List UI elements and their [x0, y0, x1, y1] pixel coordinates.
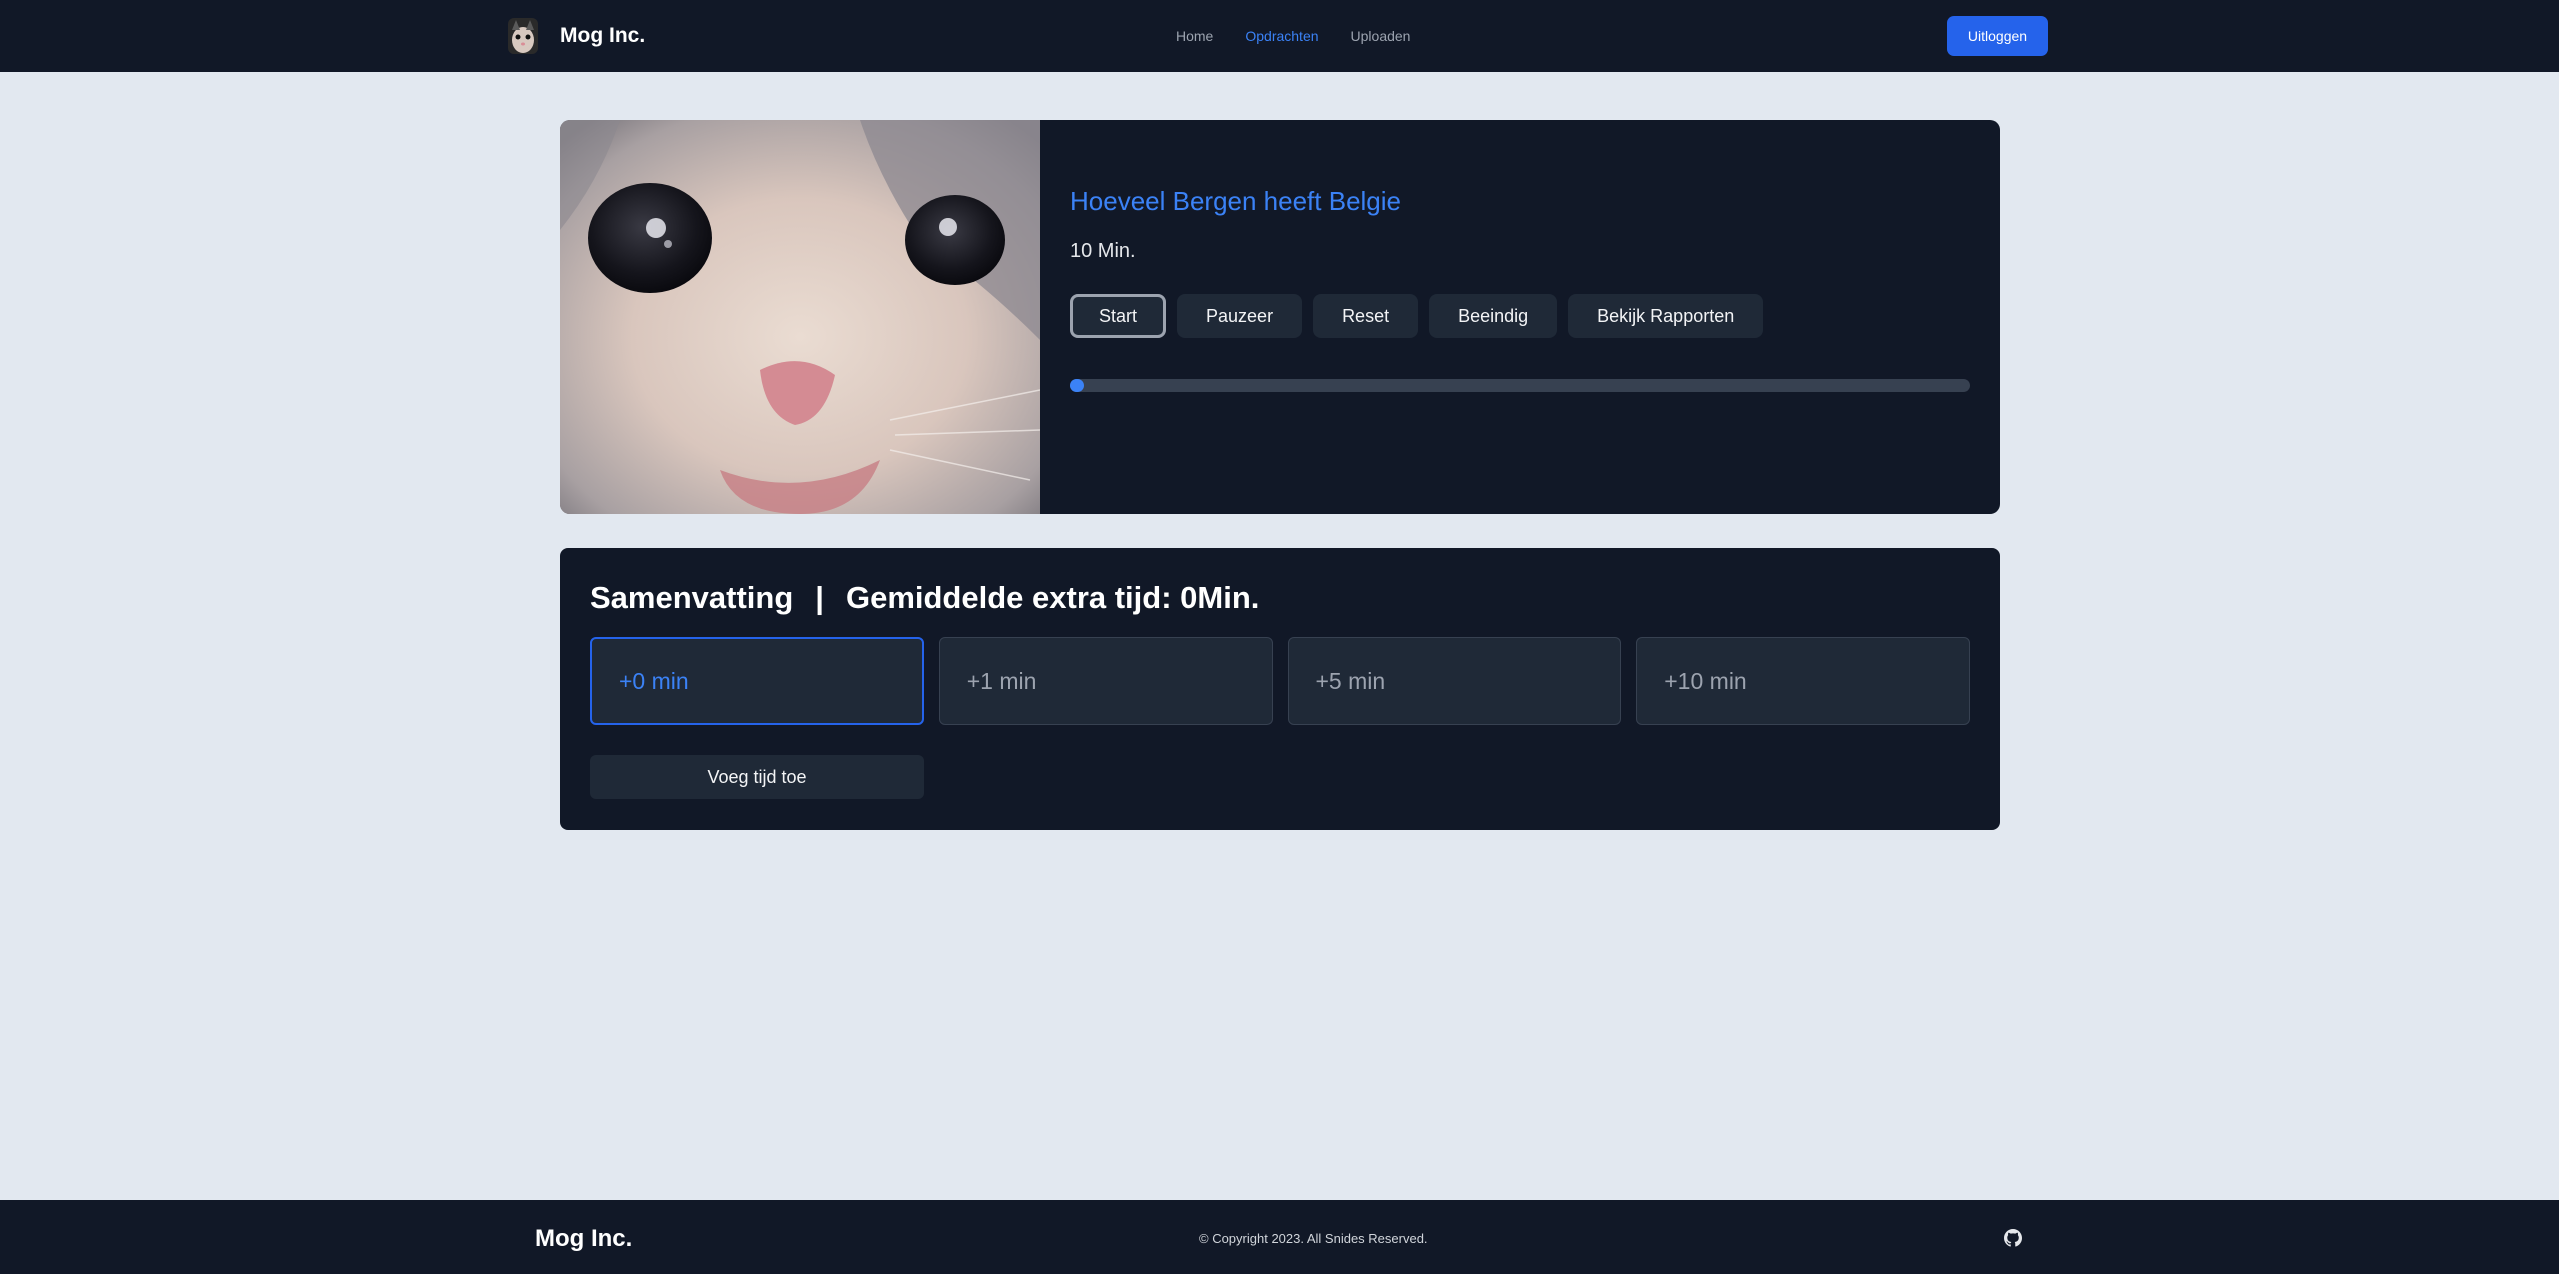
- footer: Mog Inc. © Copyright 2023. All Snides Re…: [0, 1200, 2559, 1274]
- summary-title: Samenvatting: [590, 580, 794, 615]
- average-extra-time: Gemiddelde extra tijd: 0Min.: [845, 580, 1260, 615]
- nav-links: Home Opdrachten Uploaden: [1176, 28, 1410, 44]
- task-info: Hoeveel Bergen heeft Belgie 10 Min. Star…: [1070, 120, 1970, 514]
- navbar: Mog Inc. Home Opdrachten Uploaden Uitlog…: [0, 0, 2559, 72]
- time-option-0[interactable]: +0 min: [590, 637, 924, 725]
- task-title: Hoeveel Bergen heeft Belgie: [1070, 186, 1402, 216]
- task-card: Hoeveel Bergen heeft Belgie 10 Min. Star…: [560, 120, 2000, 514]
- task-duration: 10 Min.: [1070, 240, 1136, 262]
- nav-link-opdrachten[interactable]: Opdrachten: [1245, 28, 1318, 44]
- time-option-10[interactable]: +10 min: [1636, 637, 1970, 725]
- end-button[interactable]: Beeindig: [1429, 294, 1558, 338]
- time-options: +0 min +1 min +5 min +10 min: [590, 637, 1970, 725]
- summary-heading: Samenvatting | Gemiddelde extra tijd: 0M…: [590, 580, 1259, 616]
- time-option-1[interactable]: +1 min: [938, 637, 1273, 725]
- nav-link-uploaden[interactable]: Uploaden: [1351, 28, 1411, 44]
- cat-image: [560, 120, 1041, 514]
- progress-bar: [1070, 379, 1970, 392]
- cat-avatar-icon[interactable]: [508, 18, 538, 54]
- copyright-text: © Copyright 2023. All Snides Reserved.: [1199, 1231, 1428, 1246]
- footer-brand: Mog Inc.: [535, 1225, 633, 1252]
- view-reports-button[interactable]: Bekijk Rapporten: [1568, 294, 1764, 338]
- summary-card: Samenvatting | Gemiddelde extra tijd: 0M…: [560, 548, 2000, 830]
- time-option-5[interactable]: +5 min: [1287, 637, 1622, 725]
- summary-separator: |: [815, 580, 824, 615]
- add-time-button[interactable]: Voeg tijd toe: [590, 755, 924, 799]
- github-icon[interactable]: [2004, 1229, 2022, 1247]
- nav-brand[interactable]: Mog Inc.: [560, 24, 645, 48]
- reset-button[interactable]: Reset: [1313, 294, 1419, 338]
- progress-fill: [1070, 379, 1084, 392]
- task-controls: Start Pauzeer Reset Beeindig Bekijk Rapp…: [1070, 294, 1764, 338]
- logout-button[interactable]: Uitloggen: [1947, 16, 2048, 56]
- pause-button[interactable]: Pauzeer: [1177, 294, 1303, 338]
- start-button[interactable]: Start: [1070, 294, 1167, 338]
- nav-link-home[interactable]: Home: [1176, 28, 1213, 44]
